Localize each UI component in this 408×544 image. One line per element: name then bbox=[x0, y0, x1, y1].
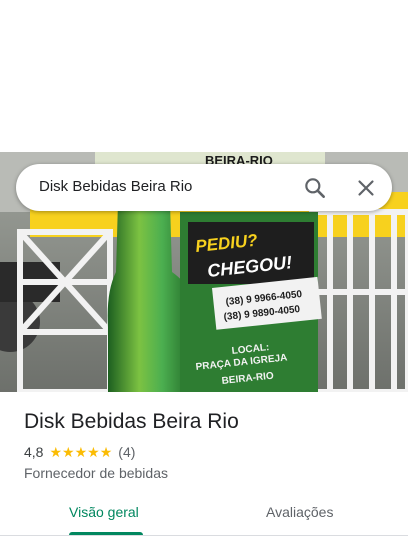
tab-overview[interactable]: Visão geral bbox=[69, 504, 139, 520]
star-rating: ★ ★ ★ ★ ★ bbox=[49, 445, 112, 459]
star-icon: ★ bbox=[99, 444, 113, 460]
rating-value: 4,8 bbox=[24, 444, 44, 460]
place-title: Disk Bebidas Beira Rio bbox=[24, 410, 239, 433]
close-icon[interactable] bbox=[353, 175, 379, 201]
search-bar[interactable]: Disk Bebidas Beira Rio bbox=[16, 164, 392, 211]
star-icon: ★ bbox=[49, 444, 63, 460]
star-icon: ★ bbox=[62, 444, 75, 460]
place-category: Fornecedor de bebidas bbox=[24, 465, 168, 481]
star-icon: ★ bbox=[74, 444, 88, 460]
tabs-divider bbox=[0, 535, 408, 536]
tab-reviews[interactable]: Avaliações bbox=[266, 504, 333, 520]
search-query-text[interactable]: Disk Bebidas Beira Rio bbox=[39, 178, 192, 195]
rating-row[interactable]: 4,8 ★ ★ ★ ★ ★ (4) bbox=[24, 443, 135, 461]
review-count[interactable]: (4) bbox=[118, 444, 135, 460]
star-icon: ★ bbox=[87, 444, 100, 460]
map-blank-area bbox=[0, 0, 408, 152]
search-icon[interactable] bbox=[302, 175, 328, 201]
